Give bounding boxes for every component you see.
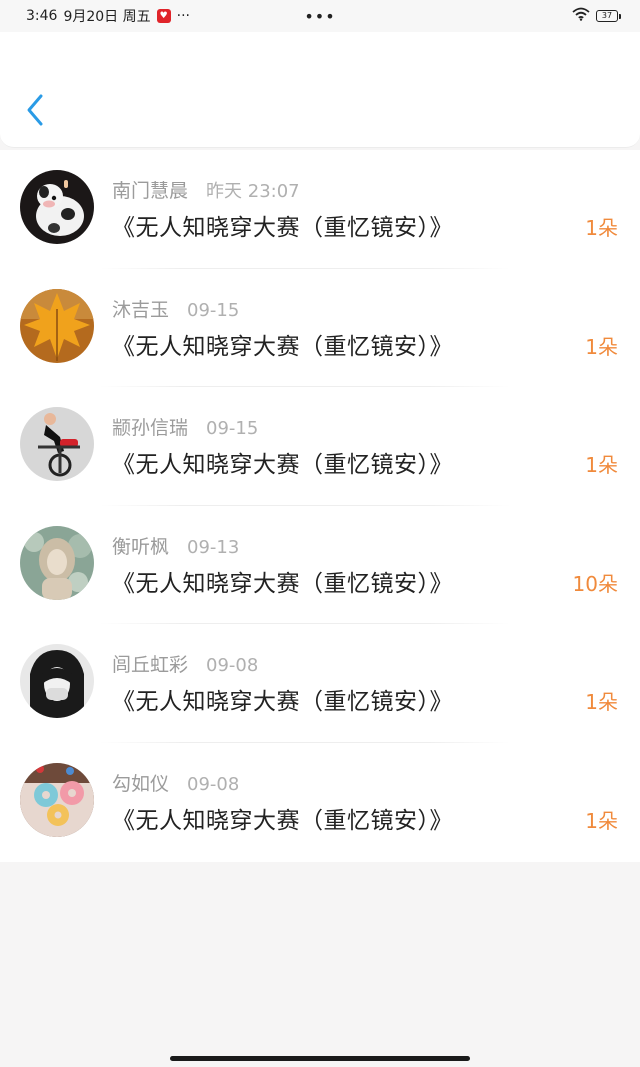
timestamp: 昨天 23:07 [206, 181, 300, 202]
flower-count: 1朵 [585, 216, 618, 240]
bw-portrait-avatar [20, 644, 94, 719]
sender-name[interactable]: 沐吉玉 [112, 295, 169, 322]
list-item[interactable]: 勾如仪 09-08 《无人知晓穿大赛（重忆镜安）》 1朵 [0, 743, 640, 862]
avatar[interactable] [20, 407, 94, 482]
sender-name[interactable]: 南门慧晨 [112, 176, 188, 203]
item-meta: 勾如仪 09-08 [112, 769, 239, 795]
gift-record-list: 南门慧晨 昨天 23:07 《无人知晓穿大赛（重忆镜安）》 1朵 沐吉玉 09-… [0, 150, 640, 862]
book-title[interactable]: 《无人知晓穿大赛（重忆镜安）》 [112, 327, 453, 361]
timestamp: 09-15 [187, 299, 240, 321]
more-notifications-icon: ··· [176, 8, 190, 24]
item-meta: 闾丘虹彩 09-08 [112, 650, 258, 676]
item-meta: 沐吉玉 09-15 [112, 295, 239, 321]
list-item[interactable]: 颛孙信瑞 09-15 《无人知晓穿大赛（重忆镜安）》 1朵 [0, 387, 640, 506]
status-right: 37 [572, 7, 621, 25]
avatar[interactable] [20, 644, 94, 719]
header [0, 32, 640, 148]
book-title[interactable]: 《无人知晓穿大赛（重忆镜安）》 [112, 564, 453, 598]
portrait-avatar [20, 525, 94, 600]
avatar[interactable] [20, 762, 94, 837]
donuts-avatar [20, 762, 94, 837]
app-notification-icon: ♥ [156, 9, 171, 23]
sender-name[interactable]: 衡听枫 [112, 532, 169, 559]
status-left: 3:46 9月20日 周五 ♥ ··· [26, 6, 190, 26]
sender-name[interactable]: 勾如仪 [112, 769, 169, 796]
timestamp: 09-13 [187, 536, 240, 558]
item-meta: 南门慧晨 昨天 23:07 [112, 176, 300, 202]
flower-count: 1朵 [585, 808, 618, 833]
home-indicator[interactable] [170, 1056, 470, 1061]
sender-name[interactable]: 闾丘虹彩 [112, 650, 188, 677]
avatar[interactable] [20, 170, 94, 244]
book-title[interactable]: 《无人知晓穿大赛（重忆镜安）》 [112, 208, 453, 242]
cyclist-avatar [20, 407, 94, 482]
timestamp: 09-08 [206, 655, 259, 677]
flower-count: 10朵 [572, 571, 618, 596]
chevron-left-icon [25, 93, 45, 131]
book-title[interactable]: 《无人知晓穿大赛（重忆镜安）》 [112, 682, 453, 716]
avatar[interactable] [20, 525, 94, 600]
maple-leaf-avatar [20, 288, 94, 363]
item-meta: 衡听枫 09-13 [112, 532, 239, 558]
timestamp: 09-08 [187, 773, 240, 795]
list-item[interactable]: 闾丘虹彩 09-08 《无人知晓穿大赛（重忆镜安）》 1朵 [0, 624, 640, 743]
list-item[interactable]: 南门慧晨 昨天 23:07 《无人知晓穿大赛（重忆镜安）》 1朵 [0, 150, 640, 269]
timestamp: 09-15 [206, 418, 259, 440]
flower-count: 1朵 [585, 453, 618, 478]
book-title[interactable]: 《无人知晓穿大赛（重忆镜安）》 [112, 445, 453, 479]
flower-count: 1朵 [585, 690, 618, 715]
battery-icon: 37 [596, 10, 621, 22]
status-bar: 3:46 9月20日 周五 ♥ ··· ••• 37 [0, 0, 640, 32]
book-title[interactable]: 《无人知晓穿大赛（重忆镜安）》 [112, 801, 453, 835]
flower-count: 1朵 [585, 334, 618, 359]
sender-name[interactable]: 颛孙信瑞 [112, 413, 188, 440]
avatar[interactable] [20, 288, 94, 363]
item-meta: 颛孙信瑞 09-15 [112, 413, 258, 439]
wifi-icon [572, 7, 590, 25]
cow-avatar [20, 170, 94, 244]
status-time: 3:46 [26, 8, 58, 24]
back-button[interactable] [20, 92, 50, 132]
list-item[interactable]: 衡听枫 09-13 《无人知晓穿大赛（重忆镜安）》 10朵 [0, 506, 640, 625]
status-date: 9月20日 周五 [63, 9, 151, 25]
list-item[interactable]: 沐吉玉 09-15 《无人知晓穿大赛（重忆镜安）》 1朵 [0, 269, 640, 388]
